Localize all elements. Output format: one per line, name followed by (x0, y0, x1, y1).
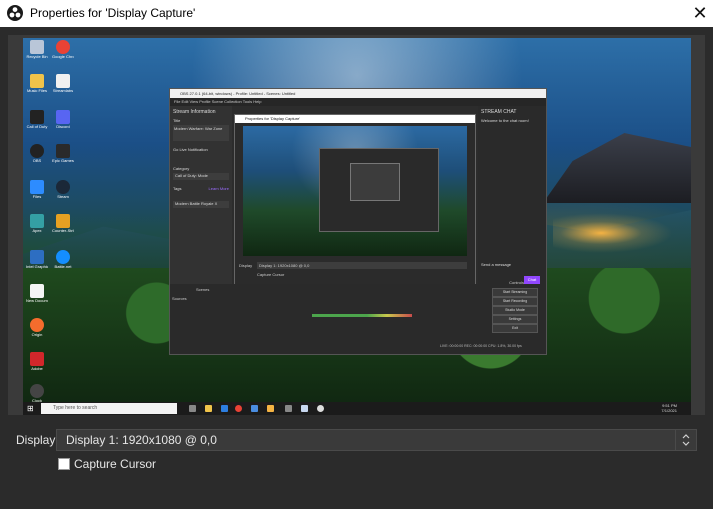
desktop-icons: Recycle Bin Google Chrome Music Files St… (26, 40, 76, 403)
stream-info-panel: Stream Information Title Modern Warfare:… (170, 106, 232, 284)
tags-label: Tags (173, 186, 182, 191)
select-arrows-icon[interactable] (675, 430, 696, 450)
system-clock: 9:51 PM 7/1/2021 (661, 403, 677, 413)
desktop-icon: Epic Games (52, 144, 74, 163)
sources-dock-title: Sources (172, 296, 187, 301)
tag-value: Modern Battle Royale X (173, 201, 229, 208)
store-icon (251, 405, 258, 412)
obs-title: OBS 27.0.1 (64-bit, windows) - Profile: … (170, 89, 546, 98)
desktop-icon: Music Files (26, 74, 48, 93)
task-view-icon (189, 405, 196, 412)
capture-cursor-label[interactable]: Capture Cursor (74, 457, 156, 471)
desktop-icon: Call of Duty (26, 110, 48, 129)
stream-chat-panel: STREAM CHAT Welcome to the chat room! Se… (478, 106, 546, 284)
nested-dialog-title: Properties for 'Display Capture' (235, 115, 475, 123)
edge-icon (221, 405, 228, 412)
title-label: Title (173, 118, 181, 123)
nested-obs-window-deep (350, 163, 400, 201)
temple-image (543, 133, 691, 203)
start-recording-button: Start Recording (492, 297, 538, 306)
chat-button: Chat (524, 276, 540, 284)
desktop-icon: OBS (26, 144, 48, 163)
start-streaming-button: Start Streaming (492, 288, 538, 297)
learn-more-link: Learn More (208, 186, 229, 191)
windows-taskbar: ⊞ Type here to search 9:51 PM 7/1/2021 (23, 402, 691, 415)
go-live-label: Go Live Notification (173, 147, 208, 152)
nested-display-label: Display (239, 263, 253, 268)
chat-welcome: Welcome to the chat room! (481, 118, 529, 123)
desktop-icon: Adobe (26, 352, 48, 371)
mail-icon (301, 405, 308, 412)
file-explorer-icon (205, 405, 212, 412)
window-title: Properties for 'Display Capture' (30, 6, 196, 20)
folder-icon (267, 405, 274, 412)
desktop-icon: Battle.net (52, 250, 74, 269)
nested-obs-window (319, 148, 439, 232)
display-preview: Recycle Bin Google Chrome Music Files St… (23, 38, 691, 415)
status-bar: LIVE: 00:00:00 REC: 00:00:00 CPU: 1.8%, … (440, 344, 522, 348)
obs-taskbar-icon (317, 405, 324, 412)
audio-mixer-meter (312, 314, 412, 317)
studio-mode-button: Studio Mode (492, 306, 538, 315)
desktop-icon: Origin (26, 318, 48, 337)
chevron-up-down-icon (682, 434, 690, 446)
stream-chat-header: STREAM CHAT (481, 109, 517, 115)
category-value: Call of Duty: Mode (173, 173, 229, 180)
title-value: Modern Warfare: War Zone (173, 125, 229, 141)
chrome-icon (235, 405, 242, 412)
taskbar-search: Type here to search (41, 403, 177, 414)
desktop-icon: Recycle Bin (26, 40, 48, 59)
send-message-field: Send a message (481, 262, 512, 267)
close-icon: ✕ (692, 3, 708, 23)
obs-menu: File Edit View Profile Scene Collection … (170, 98, 546, 106)
desktop-icon: Steam (52, 180, 74, 199)
tags-row: Tags Learn More (173, 186, 229, 191)
desktop-icon: Files (26, 180, 48, 199)
nested-display-value: Display 1: 1920x1080 @ 0,0 (257, 262, 467, 269)
desktop-icon: Clock (26, 384, 48, 403)
title-bar: Properties for 'Display Capture' ✕ (0, 0, 713, 27)
controls-dock-title: Controls (509, 280, 524, 285)
obs-icon (7, 5, 23, 21)
capture-cursor-checkbox[interactable] (58, 458, 70, 470)
desktop-icon: Discord (52, 110, 74, 129)
obs-bottom-docks: Scenes Sources LIVE: 00:00:00 REC: 00:00… (170, 280, 546, 354)
exit-button: Exit (492, 324, 538, 333)
category-label: Category (173, 166, 190, 171)
desktop-icon: Intel Graphics (26, 250, 48, 269)
desktop-icon: Streamlabs (52, 74, 74, 93)
desktop-icon: Apex (26, 214, 48, 233)
nested-display-row: Display Display 1: 1920x1080 @ 0,0 (239, 262, 469, 270)
windows-start-icon: ⊞ (27, 404, 34, 413)
nested-preview (243, 126, 467, 256)
obs-window-preview: OBS 27.0.1 (64-bit, windows) - Profile: … (169, 88, 547, 355)
scenes-dock-title: Scenes (196, 287, 210, 292)
nested-capture-cursor: Capture Cursor (257, 272, 285, 277)
desktop-icon: Google Chrome (52, 40, 74, 59)
desktop-icon: New Document (26, 284, 48, 303)
stream-info-header: Stream Information (173, 109, 216, 115)
display-select-value: Display 1: 1920x1080 @ 0,0 (66, 433, 217, 447)
display-select[interactable]: Display 1: 1920x1080 @ 0,0 (56, 429, 697, 451)
temple-lights (553, 213, 673, 253)
close-button[interactable]: ✕ (687, 0, 713, 27)
display-label: Display (16, 433, 56, 447)
app-icon (285, 405, 292, 412)
desktop-icon: Counter-Strike (52, 214, 74, 233)
settings-button: Settings (492, 315, 538, 324)
